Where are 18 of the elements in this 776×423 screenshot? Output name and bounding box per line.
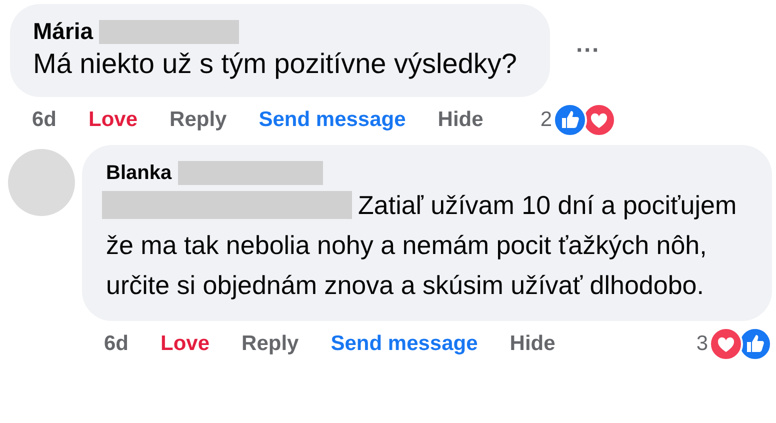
reaction-link[interactable]: Love xyxy=(88,108,138,132)
comment-text: Má niekto už s tým pozitívne výsledky? xyxy=(33,47,518,81)
hide-link[interactable]: Hide xyxy=(438,108,484,132)
reaction-link[interactable]: Love xyxy=(160,332,210,356)
reply-link[interactable]: Reply xyxy=(170,108,227,132)
link-link[interactable]: Send message xyxy=(258,108,406,132)
like-icon xyxy=(553,103,587,137)
author-name[interactable]: Blanka xyxy=(106,162,172,184)
timestamp-link[interactable]: 6d xyxy=(32,108,57,132)
more-options-icon[interactable]: ··· xyxy=(576,36,600,64)
reply-link[interactable]: Reply xyxy=(242,332,299,356)
link-link[interactable]: Send message xyxy=(330,332,478,356)
comment-text: Zatiaľ užívam 10 dní a pociťujem že ma tak nebolia nohy a nemám pocit ťažkých nôh, určite si objednám znova a skúsim užívať dlhodobo. xyxy=(106,189,738,302)
reaction-count: 3 xyxy=(696,332,708,356)
timestamp-link[interactable]: 6d xyxy=(104,332,129,356)
author-name[interactable]: Mária xyxy=(33,18,94,45)
hide-link[interactable]: Hide xyxy=(510,332,556,356)
reaction-count: 2 xyxy=(540,108,552,132)
